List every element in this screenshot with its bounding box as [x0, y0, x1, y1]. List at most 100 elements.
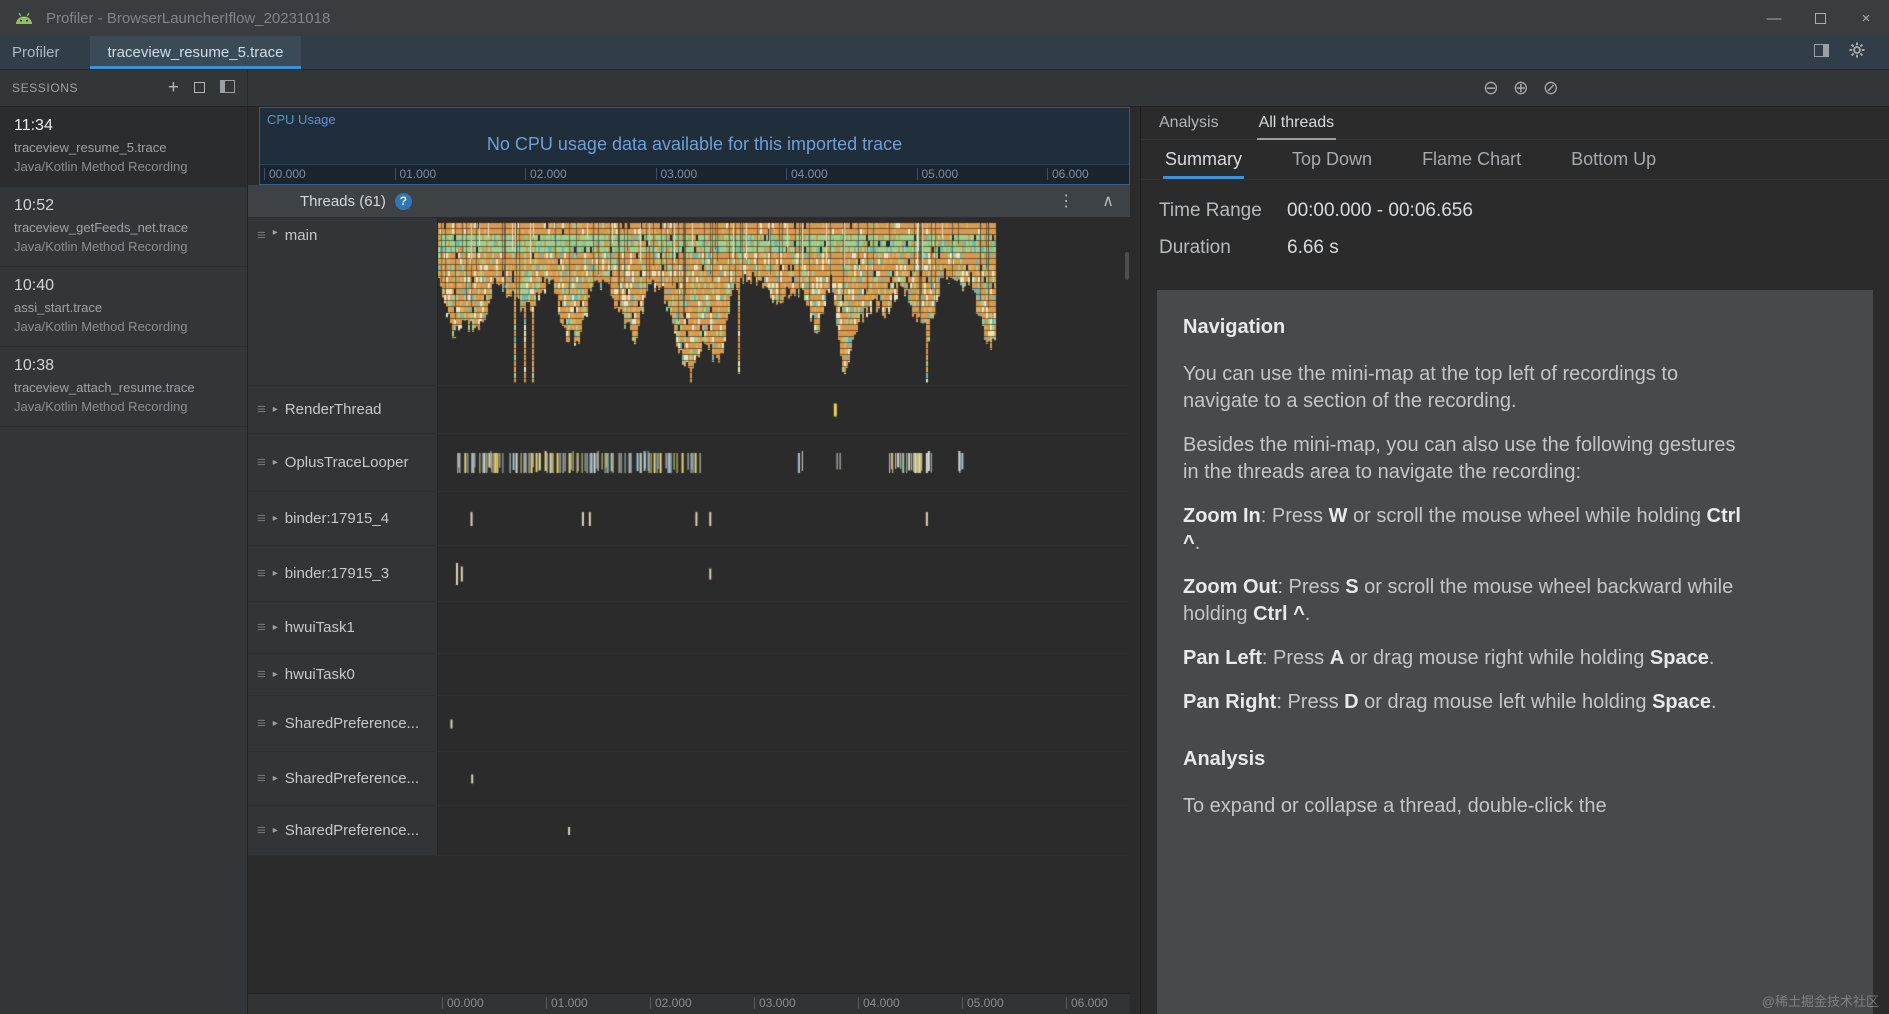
thread-activity-track[interactable] — [438, 492, 1130, 546]
thread-activity-track[interactable] — [438, 696, 1130, 752]
tab-bottom-up[interactable]: Bottom Up — [1569, 140, 1658, 179]
tab-analysis[interactable]: Analysis — [1157, 107, 1221, 139]
expand-arrow-icon[interactable]: ▸ — [273, 718, 278, 729]
tab-trace-file[interactable]: traceview_resume_5.trace — [89, 36, 302, 69]
thread-activity-track[interactable] — [438, 654, 1130, 696]
help-paragraph: Pan Right: Press D or drag mouse left wh… — [1183, 691, 1717, 713]
session-item[interactable]: 11:34 traceview_resume_5.trace Java/Kotl… — [0, 107, 247, 187]
reset-zoom-icon[interactable]: ⊘ — [1543, 77, 1559, 100]
thread-activity-track[interactable] — [438, 546, 1130, 602]
thread-activity-track[interactable] — [438, 386, 1130, 434]
thread-activity-track[interactable] — [438, 434, 1130, 492]
expand-arrow-icon[interactable]: ▸ — [273, 404, 278, 415]
drag-handle-icon[interactable]: ≡ — [257, 454, 266, 471]
thread-row[interactable]: ≡ ▸ RenderThread — [248, 386, 1130, 434]
thread-activity-canvas — [438, 696, 1130, 752]
analysis-sub-tabs: Summary Top Down Flame Chart Bottom Up — [1141, 140, 1889, 180]
collapse-chevron-icon[interactable]: ∧ — [1102, 191, 1114, 211]
android-logo-icon — [14, 12, 34, 25]
thread-name-cell[interactable]: ≡ ▸ RenderThread — [248, 386, 438, 433]
expand-arrow-icon[interactable]: ▸ — [273, 568, 278, 579]
navigation-help-panel: Navigation You can use the mini-map at th… — [1157, 290, 1873, 1014]
tab-top-down[interactable]: Top Down — [1290, 140, 1374, 179]
threads-time-axis: 00.000 01.000 02.000 03.000 04.000 05.000 06.0… — [248, 993, 1130, 1014]
expand-arrow-icon[interactable]: ▸ — [273, 227, 278, 238]
zoom-out-icon[interactable]: ⊖ — [1483, 77, 1499, 100]
drag-handle-icon[interactable]: ≡ — [257, 822, 266, 839]
time-tick-label: 04.000 — [858, 997, 900, 1009]
thread-name-cell[interactable]: ≡ ▸ OplusTraceLooper — [248, 434, 438, 491]
thread-activity-track[interactable] — [438, 752, 1130, 806]
tab-summary[interactable]: Summary — [1163, 140, 1245, 179]
thread-row[interactable]: ≡ ▸ binder:17915_4 — [248, 492, 1130, 546]
thread-row[interactable]: ≡ ▸ main — [248, 218, 1130, 386]
help-paragraph: Zoom In: Press W or scroll the mouse whe… — [1183, 505, 1741, 554]
expand-sessions-panel-icon[interactable] — [220, 77, 235, 99]
session-item[interactable]: 10:52 traceview_getFeeds_net.trace Java/… — [0, 187, 247, 267]
thread-name-cell[interactable]: ≡ ▸ SharedPreference... — [248, 752, 438, 805]
drag-handle-icon[interactable]: ≡ — [257, 510, 266, 527]
session-name: traceview_resume_5.trace — [14, 140, 167, 155]
expand-arrow-icon[interactable]: ▸ — [273, 622, 278, 633]
time-tick-label: 00.000 — [442, 997, 484, 1009]
profiler-tool-label[interactable]: Profiler — [12, 36, 60, 69]
thread-name-cell[interactable]: ≡ ▸ binder:17915_4 — [248, 492, 438, 545]
cpu-usage-band[interactable]: CPU Usage No CPU usage data available fo… — [259, 107, 1130, 185]
time-tick-label: 00.000 — [264, 168, 306, 180]
session-type: Java/Kotlin Method Recording — [14, 319, 188, 334]
drag-handle-icon[interactable]: ≡ — [257, 619, 266, 636]
thread-row[interactable]: ≡ ▸ SharedPreference... — [248, 752, 1130, 806]
thread-row[interactable]: ≡ ▸ OplusTraceLooper — [248, 434, 1130, 492]
close-button[interactable]: × — [1843, 0, 1889, 36]
session-item[interactable]: 10:40 assi_start.trace Java/Kotlin Metho… — [0, 267, 247, 347]
minimize-button[interactable]: — — [1751, 0, 1797, 36]
thread-name-cell[interactable]: ≡ ▸ SharedPreference... — [248, 696, 438, 751]
thread-activity-track[interactable] — [438, 602, 1130, 654]
thread-name-cell[interactable]: ≡ ▸ main — [248, 218, 438, 385]
thread-name-cell[interactable]: ≡ ▸ SharedPreference... — [248, 806, 438, 855]
drag-handle-icon[interactable]: ≡ — [257, 565, 266, 582]
maximize-button[interactable] — [1797, 0, 1843, 36]
thread-row[interactable]: ≡ ▸ binder:17915_3 — [248, 546, 1130, 602]
zoom-in-icon[interactable]: ⊕ — [1513, 77, 1529, 100]
thread-name-cell[interactable]: ≡ ▸ binder:17915_3 — [248, 546, 438, 601]
duration-value: 6.66 s — [1287, 237, 1339, 258]
expand-arrow-icon[interactable]: ▸ — [273, 773, 278, 784]
drag-handle-icon[interactable]: ≡ — [257, 770, 266, 787]
thread-activity-track[interactable] — [438, 218, 1130, 386]
time-tick-label: 03.000 — [655, 168, 697, 180]
toolbar-row: SESSIONS + ⊖ ⊕ ⊘ — [0, 70, 1889, 107]
help-section-title: Navigation — [1183, 316, 1286, 338]
help-icon[interactable]: ? — [394, 192, 412, 210]
thread-activity-canvas — [438, 602, 1130, 654]
tab-flame-chart[interactable]: Flame Chart — [1420, 140, 1523, 179]
session-item[interactable]: 10:38 traceview_attach_resume.trace Java… — [0, 347, 247, 427]
vertical-scrollbar[interactable] — [1125, 252, 1129, 280]
stop-recording-icon[interactable] — [194, 77, 205, 99]
time-tick-label: 05.000 — [916, 168, 958, 180]
thread-name-cell[interactable]: ≡ ▸ hwuiTask1 — [248, 602, 438, 653]
thread-row[interactable]: ≡ ▸ hwuiTask0 — [248, 654, 1130, 696]
thread-name-cell[interactable]: ≡ ▸ hwuiTask0 — [248, 654, 438, 695]
drag-handle-icon[interactable]: ≡ — [257, 666, 266, 683]
drag-handle-icon[interactable]: ≡ — [257, 715, 266, 732]
thread-activity-track[interactable] — [438, 806, 1130, 856]
more-options-icon[interactable]: ⋮ — [1058, 191, 1074, 211]
drag-handle-icon[interactable]: ≡ — [257, 401, 266, 418]
expand-arrow-icon[interactable]: ▸ — [273, 457, 278, 468]
thread-row[interactable]: ≡ ▸ SharedPreference... — [248, 696, 1130, 752]
help-paragraph: Pan Left: Press A or drag mouse right wh… — [1183, 647, 1715, 669]
thread-row[interactable]: ≡ ▸ SharedPreference... — [248, 806, 1130, 856]
expand-arrow-icon[interactable]: ▸ — [273, 513, 278, 524]
profiler-toolbar: ⊖ ⊕ ⊘ — [248, 70, 1889, 106]
expand-arrow-icon[interactable]: ▸ — [273, 825, 278, 836]
expand-arrow-icon[interactable]: ▸ — [273, 669, 278, 680]
thread-row[interactable]: ≡ ▸ hwuiTask1 — [248, 602, 1130, 654]
hide-panel-icon[interactable] — [1814, 43, 1829, 62]
drag-handle-icon[interactable]: ≡ — [257, 227, 266, 244]
thread-activity-canvas — [438, 434, 1130, 492]
thread-activity-canvas — [438, 546, 1130, 602]
tab-all-threads[interactable]: All threads — [1256, 107, 1337, 140]
settings-gear-icon[interactable] — [1849, 42, 1865, 63]
add-session-icon[interactable]: + — [168, 77, 179, 99]
